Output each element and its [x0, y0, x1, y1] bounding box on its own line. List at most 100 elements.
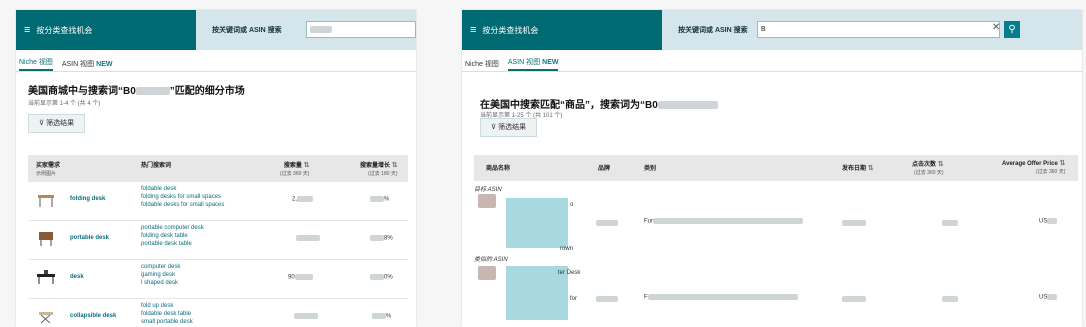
price-value: US	[1039, 218, 1058, 225]
page-title: 在美国中搜索匹配“商品”，搜索词为“B0	[480, 96, 718, 111]
title-suffix: ”匹配的细分市场	[169, 86, 245, 97]
menu-icon[interactable]: ≡	[24, 24, 30, 36]
term-link[interactable]: small portable desk	[141, 318, 193, 326]
filter-button[interactable]: ⊽ 筛选结果	[480, 118, 538, 137]
term-link[interactable]: gaming desk	[141, 271, 180, 279]
redacted-date	[842, 220, 866, 226]
term-link[interactable]: folding desk table	[141, 232, 204, 240]
col-clicks-label: 点击次数	[912, 162, 937, 168]
row-volume	[294, 313, 318, 320]
col-clicks[interactable]: 点击次数 ⇅ (过去 360 天)	[912, 159, 944, 176]
redacted-brand	[596, 296, 618, 302]
col-brand[interactable]: 品牌	[598, 163, 610, 172]
term-link[interactable]: l shaped desk	[141, 279, 180, 287]
row-growth: %	[370, 196, 389, 203]
table-header: 买家需求 示例图片 热门搜索词 搜索量 ⇅ (过去 360 天) 搜索量增长 ⇅ (过…	[28, 155, 408, 182]
redacted-date	[842, 296, 866, 302]
filter-button[interactable]: ⊽ 筛选结果	[28, 114, 86, 133]
redacted-value	[370, 196, 384, 202]
growth-value: 8%	[384, 235, 393, 242]
row-volume: 90	[288, 274, 313, 281]
term-link[interactable]: foldable desk	[141, 185, 224, 193]
col-date[interactable]: 发布日期 ⇅	[842, 163, 874, 172]
col-growth[interactable]: 搜索量增长 ⇅ (过去 180 天)	[360, 160, 398, 177]
price-text: US	[1039, 294, 1048, 301]
row-name[interactable]: portable desk	[70, 235, 109, 241]
growth-value: %	[386, 313, 392, 320]
redacted-product-name[interactable]	[506, 198, 568, 248]
row-volume	[296, 235, 320, 242]
sort-icon[interactable]: ⇅	[868, 165, 874, 172]
redacted-value	[294, 313, 318, 319]
search-input[interactable]	[306, 21, 416, 38]
category-value: Fur	[644, 218, 803, 225]
tab-niche-view[interactable]: Niche 视图	[19, 57, 53, 71]
tab-asin-view[interactable]: ASIN 视图 NEW	[507, 57, 559, 71]
filter-label: 筛选结果	[498, 124, 527, 131]
product-name-fragment: ter Desk	[558, 270, 581, 276]
table-row: folding desk foldable desk folding desks …	[28, 182, 408, 221]
sort-icon[interactable]: ⇅	[938, 161, 944, 168]
tab-niche-view[interactable]: Niche 视图	[465, 59, 499, 71]
col-buyer-need-sub: 示例图片	[36, 171, 57, 177]
search-icon: ⚲	[1008, 24, 1016, 35]
term-link[interactable]: fold up desk	[141, 302, 193, 310]
clear-icon[interactable]: ✕	[992, 22, 1000, 33]
menu-icon[interactable]: ≡	[470, 24, 476, 36]
col-product[interactable]: 商品名称	[486, 163, 510, 172]
col-price[interactable]: Average Offer Price ⇅ (过去 360 天)	[1002, 159, 1065, 175]
tab-asin-label: ASIN 视图	[61, 61, 95, 68]
view-tabs: Niche 视图 ASIN 视图 NEW	[16, 55, 118, 71]
col-buyer-need-label: 买家需求	[36, 163, 61, 169]
new-badge: NEW	[542, 59, 559, 66]
brand-title[interactable]: 按分类查找机会	[482, 25, 538, 36]
row-name[interactable]: collapsible desk	[70, 313, 116, 319]
product-image	[478, 266, 496, 280]
group-label: 目标 ASIN	[474, 187, 502, 193]
redacted-value	[372, 313, 386, 319]
collapsible-desk-image	[39, 312, 53, 324]
term-link[interactable]: portable desk table	[141, 240, 204, 248]
search-input[interactable]: B	[757, 21, 1000, 38]
col-buyer-need[interactable]: 买家需求 示例图片	[36, 160, 60, 177]
col-hot-terms[interactable]: 热门搜索词	[141, 160, 171, 169]
col-volume[interactable]: 搜索量 ⇅ (过去 360 天)	[280, 160, 309, 177]
sort-icon[interactable]: ⇅	[392, 162, 398, 169]
col-growth-sub: (过去 180 天)	[368, 171, 398, 177]
row-terms: computer desk gaming desk l shaped desk	[141, 263, 180, 287]
row-name[interactable]: folding desk	[70, 196, 105, 202]
desk-image	[37, 270, 55, 284]
filter-icon: ⊽	[491, 124, 497, 131]
row-name[interactable]: desk	[70, 274, 84, 280]
category-text: Fur	[644, 218, 653, 225]
term-link[interactable]: portable computer desk	[141, 224, 204, 232]
row-terms: portable computer desk folding desk table…	[141, 224, 204, 248]
product-name-fragment: o	[570, 202, 574, 208]
col-category[interactable]: 类别	[644, 163, 656, 172]
brand-title[interactable]: 按分类查找机会	[36, 25, 92, 36]
tab-asin-label: ASIN 视图	[507, 59, 541, 66]
tab-asin-view[interactable]: ASIN 视图 NEW	[62, 59, 113, 71]
sort-icon[interactable]: ⇅	[304, 162, 310, 169]
col-date-label: 发布日期	[842, 166, 867, 172]
table-row: ter Desk for F US	[474, 266, 1078, 326]
term-link[interactable]: foldable desks for small spaces	[141, 201, 224, 209]
col-volume-sub: (过去 360 天)	[280, 171, 310, 177]
product-name-fragment: rown	[560, 246, 574, 252]
row-terms: fold up desk foldable desk table small por…	[141, 302, 193, 326]
search-button[interactable]: ⚲	[1004, 21, 1020, 38]
redacted-brand	[596, 220, 618, 226]
row-terms: foldable desk folding desks for small spa…	[141, 185, 224, 209]
term-link[interactable]: foldable desk table	[141, 310, 193, 318]
redacted-value	[294, 274, 313, 280]
top-bar: ≡ 按分类查找机会 按关键词或 ASIN 搜索	[16, 10, 416, 50]
col-clicks-sub: (过去 360 天)	[914, 170, 944, 176]
redacted-price	[1047, 218, 1058, 224]
term-link[interactable]: folding desks for small spaces	[141, 193, 224, 201]
table-row: desk computer desk gaming desk l shaped de…	[28, 260, 408, 299]
term-link[interactable]: computer desk	[141, 263, 180, 271]
folding-desk-image	[38, 195, 54, 207]
view-tabs: Niche 视图 ASIN 视图 NEW	[462, 55, 564, 71]
sort-icon[interactable]: ⇅	[1059, 160, 1065, 167]
filter-label: 筛选结果	[46, 120, 75, 127]
